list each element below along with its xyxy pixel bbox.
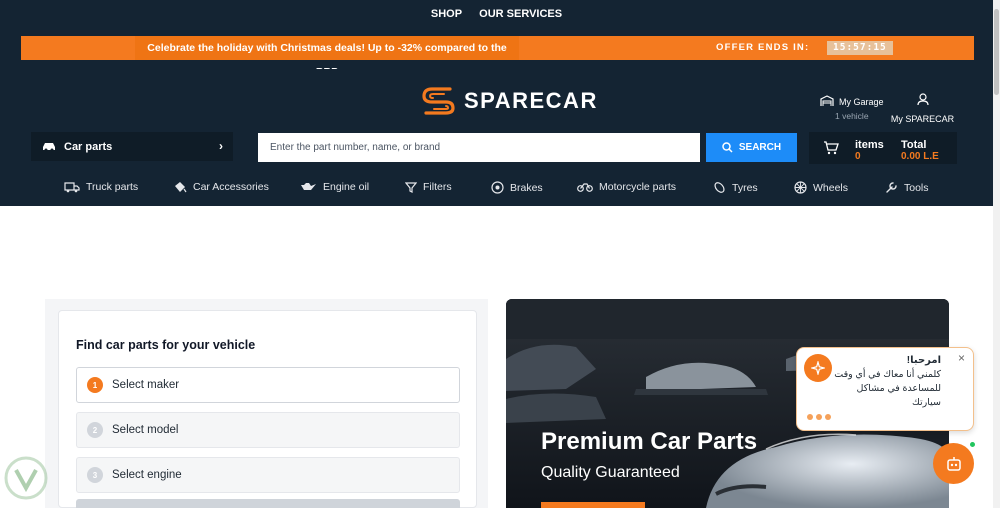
promo-banner[interactable]: Celebrate the holiday with Christmas dea… (21, 36, 974, 78)
nav-car-accessories[interactable]: Car Accessories (173, 181, 269, 193)
site-logo[interactable]: SPARECAR (420, 83, 598, 119)
nav-filters[interactable]: Filters (405, 181, 452, 193)
select-model-label: Select model (112, 424, 179, 436)
select-model[interactable]: 2 Select model (76, 412, 460, 448)
chat-popup[interactable]: × امرحبا! كلمني أنا معاك في أي وقت للمسا… (796, 347, 974, 431)
oil-can-icon (301, 183, 316, 190)
step-number: 1 (87, 377, 103, 393)
nav-tyres[interactable]: Tyres (713, 181, 758, 194)
cart-total-label: Total (901, 139, 927, 151)
search-icon (722, 142, 733, 153)
top-bar: SHOP OUR SERVICES Celebrate the holiday … (0, 0, 993, 78)
banner-subtitle: Quality Guaranteed (541, 464, 680, 481)
select-maker-label: Select maker (112, 379, 180, 391)
account-label: My SPARECAR (890, 114, 955, 124)
my-account[interactable]: My SPARECAR (890, 93, 955, 124)
garage-icon (820, 95, 834, 106)
site-header: SPARECAR My Garage 1 vehicle My SPARECAR… (0, 69, 993, 206)
chevron-right-icon: › (219, 139, 223, 153)
chat-greeting: امرحبا! (906, 355, 941, 366)
category-selector-label: Car parts (64, 140, 113, 153)
motorcycle-icon (577, 183, 593, 192)
typing-indicator (807, 414, 831, 420)
category-selector[interactable]: Car parts › (31, 132, 233, 161)
nav-label: Motorcycle parts (599, 181, 677, 193)
sparecar-logo-icon (422, 87, 455, 115)
wheel-icon (794, 181, 807, 194)
chat-avatar (804, 354, 832, 382)
nav-wheels[interactable]: Wheels (794, 181, 848, 194)
sparkle-icon (811, 361, 825, 375)
car-icon (43, 142, 55, 151)
vehicle-finder: Find car parts for your vehicle 1 Select… (58, 310, 477, 508)
nav-label: Engine oil (323, 181, 370, 193)
nav-label: Brakes (510, 181, 543, 194)
nav-label: Wheels (813, 181, 849, 194)
watermark-logo-icon (4, 456, 48, 500)
shop-link[interactable]: SHOP (431, 8, 462, 20)
select-maker[interactable]: 1 Select maker (76, 367, 460, 403)
close-icon[interactable]: × (958, 351, 965, 365)
scrollbar-thumb[interactable] (994, 9, 999, 95)
wrench-icon (886, 182, 897, 193)
nav-motorcycle-parts[interactable]: Motorcycle parts (577, 181, 676, 193)
nav-engine-oil[interactable]: Engine oil (300, 181, 369, 193)
cart-total-value: 0.00 L.E (901, 151, 939, 162)
nav-tools[interactable]: Tools (885, 181, 929, 194)
offer-ends-label: OFFER ENDS IN: (716, 42, 810, 53)
page-scrollbar[interactable] (993, 0, 1000, 508)
chat-message: امرحبا! كلمني أنا معاك في أي وقت للمساعد… (831, 354, 941, 410)
user-icon (916, 93, 929, 106)
services-link[interactable]: OUR SERVICES (479, 8, 562, 20)
brake-disc-icon (491, 181, 504, 194)
chatbot-button[interactable] (933, 443, 974, 484)
banner-title: Premium Car Parts (541, 428, 758, 455)
nav-label: Truck parts (86, 181, 139, 193)
search-input[interactable] (258, 133, 700, 162)
cart[interactable]: items 0 Total 0.00 L.E (809, 132, 957, 164)
search-button-label: SEARCH (738, 142, 782, 153)
garage-label: My Garage (839, 97, 884, 107)
select-engine[interactable]: 3 Select engine (76, 457, 460, 493)
garage-count: 1 vehicle (835, 111, 869, 121)
nav-truck-parts[interactable]: Truck parts (64, 181, 138, 193)
filter-icon (405, 181, 417, 193)
logo-text: SPARECAR (464, 88, 598, 113)
countdown-timer: 15:57:15 (827, 41, 893, 55)
spray-icon (175, 182, 187, 193)
top-nav: SHOP OUR SERVICES (0, 8, 993, 20)
category-nav: Truck parts Car Accessories Engine oil F… (0, 179, 993, 199)
finder-title: Find car parts for your vehicle (76, 338, 256, 352)
nav-label: Car Accessories (193, 181, 269, 193)
promo-message[interactable]: Celebrate the holiday with Christmas dea… (135, 36, 519, 78)
search-button[interactable]: SEARCH (706, 133, 797, 162)
select-engine-label: Select engine (112, 469, 182, 481)
find-parts-button[interactable] (76, 499, 460, 508)
nav-brakes[interactable]: Brakes (491, 181, 543, 194)
robot-icon (946, 456, 961, 471)
chat-text: كلمني أنا معاك في أي وقت للمساعدة في مشا… (834, 369, 941, 408)
nav-label: Tyres (732, 181, 758, 194)
step-number: 3 (87, 467, 103, 483)
step-number: 2 (87, 422, 103, 438)
cart-icon (824, 141, 839, 155)
cart-items-label: items (855, 139, 884, 151)
nav-label: Filters (423, 181, 452, 193)
nav-label: Tools (904, 181, 929, 194)
online-status-dot (969, 441, 976, 448)
tyre-icon (714, 182, 725, 193)
truck-icon (64, 181, 80, 192)
cart-items-count: 0 (855, 151, 861, 162)
banner-cta-button[interactable] (541, 502, 645, 508)
